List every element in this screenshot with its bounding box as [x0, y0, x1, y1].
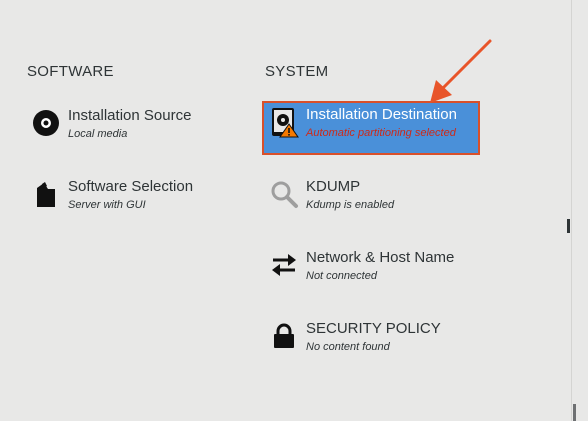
scrollbar-track[interactable]	[571, 0, 588, 421]
scrollbar-thumb[interactable]	[573, 404, 576, 421]
scrollbar-marker	[567, 219, 570, 233]
annotation-arrow	[430, 39, 492, 103]
installation-summary-hub: SOFTWARE SYSTEM Installation Source Loca…	[0, 0, 588, 421]
